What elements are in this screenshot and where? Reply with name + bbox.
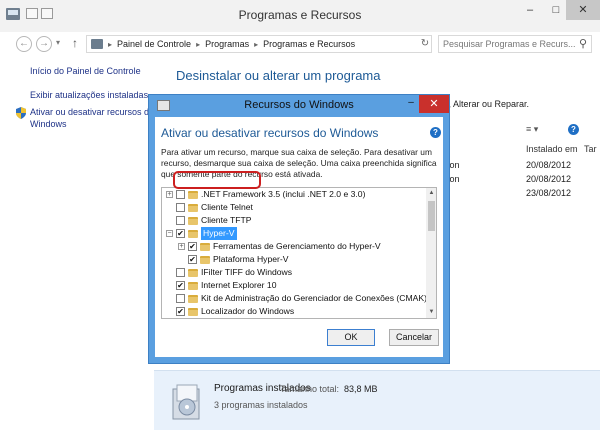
feature-checkbox[interactable] xyxy=(176,202,185,212)
feature-row[interactable]: ✔ Internet Explorer 10 xyxy=(162,279,426,292)
collapse-icon[interactable]: − xyxy=(166,230,173,237)
column-header-installed[interactable]: Instalado em xyxy=(526,144,578,154)
feature-row[interactable]: + .NET Framework 3.5 (inclui .NET 2.0 e 3… xyxy=(162,188,426,201)
folder-icon xyxy=(188,190,198,199)
folder-icon xyxy=(188,307,198,316)
turn-windows-features-line2: Windows xyxy=(30,119,67,129)
feature-label: Hyper-V xyxy=(201,227,237,240)
turn-windows-features-link[interactable]: Ativar ou desativar recursos do Windows xyxy=(30,106,154,130)
features-scrollbar[interactable]: ▲ ▼ xyxy=(426,188,436,318)
feature-checkbox[interactable]: ✔ xyxy=(176,228,185,238)
address-bar: ← → ▾ ↑ ▸ Painel de Controle ▸ Programas… xyxy=(0,32,600,56)
feature-row[interactable]: ✔ Localizador do Windows xyxy=(162,305,426,318)
feature-row[interactable]: − ✔ Hyper-V xyxy=(162,227,426,240)
total-size-label: Tamanho total: xyxy=(280,384,340,394)
feature-label: IFilter TIFF do Windows xyxy=(201,267,293,277)
feature-checkbox[interactable]: ✔ xyxy=(188,241,197,251)
scroll-down-icon[interactable]: ▼ xyxy=(426,307,436,318)
ok-button[interactable]: OK xyxy=(327,329,375,346)
total-size-value: 83,8 MB xyxy=(344,384,378,394)
dialog-close-button[interactable]: ✕ xyxy=(419,95,449,113)
page-subtitle: r, Alterar ou Reparar. xyxy=(446,99,530,109)
column-header-size[interactable]: Tar xyxy=(584,144,597,154)
refresh-icon[interactable]: ↻ xyxy=(418,35,432,53)
dialog-help-icon[interactable]: ? xyxy=(430,127,441,138)
feature-label: .NET Framework 3.5 (inclui .NET 2.0 e 3.… xyxy=(201,189,366,199)
installed-programs-count: 3 programas instalados xyxy=(214,400,308,410)
dialog-heading: Ativar ou desativar recursos do Windows xyxy=(161,126,379,140)
feature-checkbox[interactable]: ✔ xyxy=(188,254,197,264)
feature-checkbox[interactable] xyxy=(176,215,185,225)
turn-windows-features-line1: Ativar ou desativar recursos do xyxy=(30,107,155,117)
chevron-right-icon: ▸ xyxy=(254,39,259,49)
forward-arrow-icon[interactable]: → xyxy=(36,36,52,52)
expand-icon[interactable]: + xyxy=(166,191,173,198)
feature-label: Localizador do Windows xyxy=(201,306,295,316)
minimize-button[interactable]: – xyxy=(516,0,544,20)
list-item-date: 23/08/2012 xyxy=(526,188,572,198)
dialog-body: Ativar ou desativar recursos do Windows … xyxy=(155,117,443,357)
cancel-button[interactable]: Cancelar xyxy=(389,329,439,346)
feature-row[interactable]: ✔ Plataforma Hyper-V xyxy=(162,253,426,266)
installed-programs-icon xyxy=(172,384,200,420)
folder-icon xyxy=(188,216,198,225)
search-icon[interactable]: ⚲ xyxy=(579,37,587,50)
scroll-thumb[interactable] xyxy=(428,201,435,231)
features-tree[interactable]: ✔ Localizador do Windows Kit de Administra… xyxy=(161,187,437,319)
window-titlebar: Programas e Recursos – □ ✕ xyxy=(0,0,600,32)
dialog-minimize-button[interactable]: – xyxy=(403,97,419,111)
chevron-right-icon: ▸ xyxy=(108,39,113,49)
feature-label: Cliente Telnet xyxy=(201,202,253,212)
window-title: Programas e Recursos xyxy=(238,8,362,22)
folder-icon xyxy=(200,255,210,264)
feature-row[interactable]: Kit de Administração do Gerenciador de C… xyxy=(162,292,436,305)
feature-label: Internet Explorer 10 xyxy=(201,280,277,290)
feature-checkbox[interactable]: ✔ xyxy=(176,306,185,316)
chevron-right-icon: ▸ xyxy=(196,39,201,49)
list-item-date: 20/08/2012 xyxy=(526,160,572,170)
feature-checkbox[interactable] xyxy=(176,293,185,303)
breadcrumb[interactable]: ▸ Painel de Controle ▸ Programas ▸ Progr… xyxy=(86,35,432,53)
feature-checkbox[interactable] xyxy=(176,189,185,199)
control-panel-home-link[interactable]: Início do Painel de Controle xyxy=(30,66,141,76)
details-pane: Programas instalados Tamanho total: 83,8… xyxy=(154,370,600,430)
folder-icon xyxy=(200,242,210,251)
view-installed-updates-link[interactable]: Exibir atualizações instaladas xyxy=(30,90,148,100)
folder-icon xyxy=(188,281,198,290)
page-title: Desinstalar ou alterar um programa xyxy=(176,68,381,83)
feature-label: Cliente TFTP xyxy=(201,215,252,225)
back-arrow-icon[interactable]: ← xyxy=(16,36,32,52)
feature-label: Ferramentas de Gerenciamento do Hyper-V xyxy=(213,241,381,251)
windows-features-dialog: Recursos do Windows – ✕ Ativar ou desati… xyxy=(148,94,450,364)
search-input[interactable]: Pesquisar Programas e Recurs... ⚲ xyxy=(438,35,592,53)
shield-icon xyxy=(16,107,26,119)
search-placeholder: Pesquisar Programas e Recurs... xyxy=(443,39,576,49)
folder-icon xyxy=(188,229,198,238)
hyper-v-highlight xyxy=(173,171,261,189)
recent-locations-chevron-icon[interactable]: ▾ xyxy=(56,38,60,47)
folder-icon xyxy=(188,294,198,303)
feature-label: Plataforma Hyper-V xyxy=(213,254,289,264)
breadcrumb-item[interactable]: Programas e Recursos xyxy=(263,39,355,49)
feature-row[interactable]: IFilter TIFF do Windows xyxy=(162,266,426,279)
list-item-date: 20/08/2012 xyxy=(526,174,572,184)
feature-row[interactable]: Cliente TFTP xyxy=(162,214,426,227)
feature-checkbox[interactable]: ✔ xyxy=(176,280,185,290)
control-panel-small-icon xyxy=(91,39,103,49)
help-icon[interactable]: ? xyxy=(568,124,579,135)
up-arrow-icon[interactable]: ↑ xyxy=(72,36,78,50)
feature-row[interactable]: + ✔ Ferramentas de Gerenciamento do Hyper-… xyxy=(162,240,426,253)
expand-icon[interactable]: + xyxy=(178,243,185,250)
view-options-icon[interactable]: ≡ ▾ xyxy=(526,124,538,135)
feature-checkbox[interactable] xyxy=(176,267,185,277)
breadcrumb-item[interactable]: Painel de Controle xyxy=(117,39,191,49)
breadcrumb-item[interactable]: Programas xyxy=(205,39,249,49)
feature-row[interactable]: Cliente Telnet xyxy=(162,201,426,214)
left-task-pane: Início do Painel de Controle Exibir atua… xyxy=(0,56,160,370)
close-button[interactable]: ✕ xyxy=(566,0,600,20)
scroll-up-icon[interactable]: ▲ xyxy=(426,188,436,199)
folder-icon xyxy=(188,203,198,212)
feature-label: Kit de Administração do Gerenciador de C… xyxy=(201,293,436,303)
folder-icon xyxy=(188,268,198,277)
